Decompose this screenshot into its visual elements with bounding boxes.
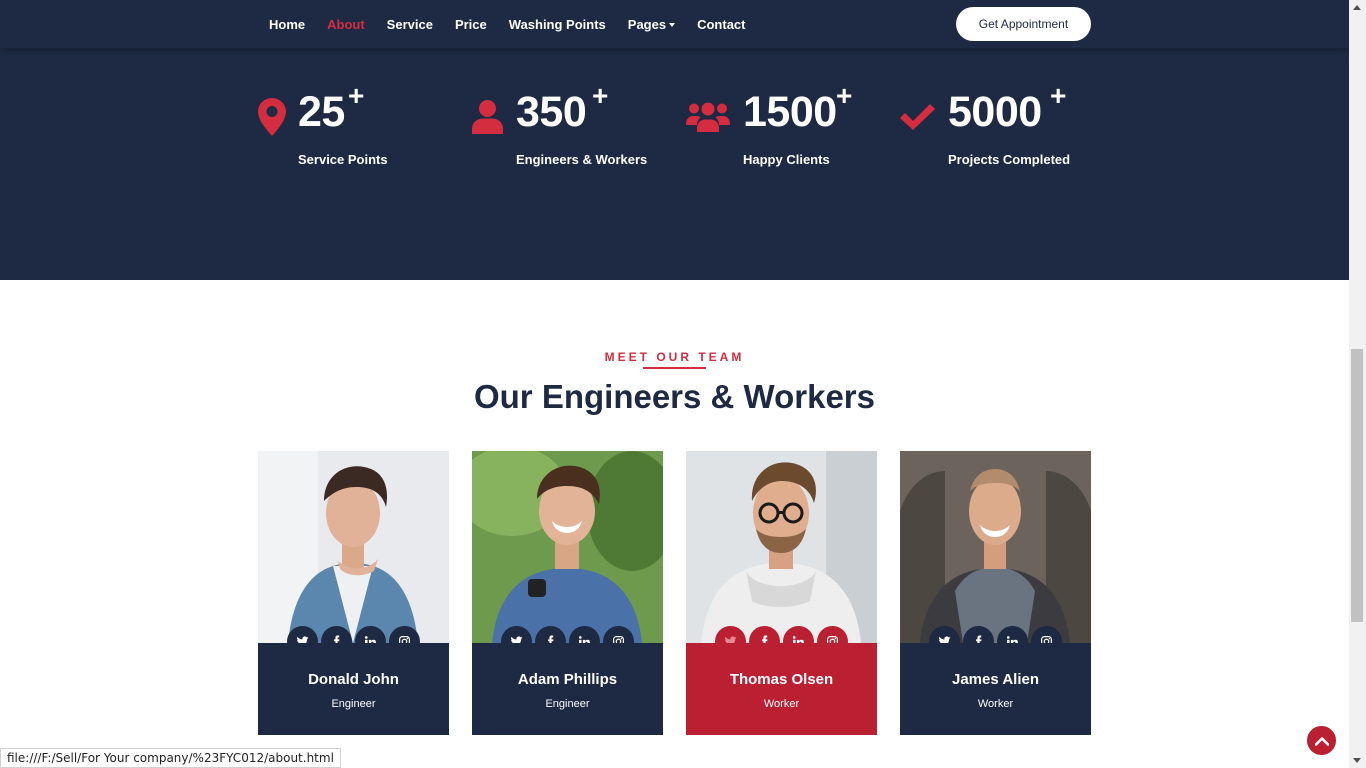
page-scrollbar[interactable] <box>1349 0 1366 768</box>
member-name: James Alien <box>952 671 1039 688</box>
team-card-james-alien: James Alien Worker <box>900 451 1091 735</box>
scroll-down-arrow-icon[interactable] <box>1353 758 1361 763</box>
nav-item-service[interactable]: Service <box>376 17 444 32</box>
team-photo <box>472 451 663 643</box>
card-body: James Alien Worker <box>900 643 1091 735</box>
nav-item-price[interactable]: Price <box>444 17 498 32</box>
user-icon <box>472 100 503 134</box>
card-body: Donald John Engineer <box>258 643 449 735</box>
map-marker-icon <box>258 98 286 136</box>
stat-plus: + <box>1050 80 1067 111</box>
member-role: Engineer <box>545 698 590 710</box>
caret-down-icon <box>669 23 676 28</box>
stat-label: Projects Completed <box>948 152 1071 167</box>
scrollbar-thumb[interactable] <box>1351 349 1363 622</box>
member-role: Worker <box>763 698 800 710</box>
nav-item-pages-dropdown[interactable]: Pages <box>617 17 686 32</box>
nav-item-washing-points[interactable]: Washing Points <box>498 17 617 32</box>
member-name: Thomas Olsen <box>729 671 834 688</box>
back-to-top-button[interactable] <box>1305 724 1338 757</box>
stat-label: Service Points <box>298 152 388 167</box>
member-role: Engineer <box>331 698 376 710</box>
stat-label: Happy Clients <box>743 152 830 167</box>
nav-item-home[interactable]: Home <box>258 17 316 32</box>
stat-number: 1500 <box>743 88 837 136</box>
stat-plus: + <box>592 80 609 111</box>
nav-menu: Home About Service Price Washing Points … <box>258 0 756 48</box>
navbar: Home About Service Price Washing Points … <box>0 0 1349 48</box>
chevron-up-icon <box>1314 736 1329 746</box>
team-card-thomas-olsen: Thomas Olsen Worker <box>686 451 877 735</box>
member-name: Adam Phillips <box>517 671 618 688</box>
stat-plus: + <box>836 80 853 111</box>
member-name: Donald John <box>308 671 399 688</box>
stat-number: 350 <box>516 88 587 136</box>
stat-number: 5000 <box>948 88 1042 136</box>
check-icon <box>900 104 935 130</box>
card-body: Thomas Olsen Worker <box>686 643 877 735</box>
users-icon <box>686 102 730 132</box>
stat-number: 25 <box>298 88 345 136</box>
team-card-donald-john: Donald John Engineer <box>258 451 449 735</box>
team-photo <box>686 451 877 643</box>
nav-item-pages-label: Pages <box>627 16 667 32</box>
team-eyebrow: MEET OUR TEAM <box>604 350 745 364</box>
get-appointment-button[interactable]: Get Appointment <box>956 7 1091 41</box>
stats-section: 25 + Service Points 350 + Engineers & Wo… <box>0 48 1349 280</box>
scroll-up-arrow-icon[interactable] <box>1353 5 1361 10</box>
team-photo <box>900 451 1091 643</box>
team-photo <box>258 451 449 643</box>
team-title: Our Engineers & Workers <box>473 378 875 415</box>
eyebrow-underline <box>643 367 706 369</box>
nav-item-contact[interactable]: Contact <box>686 17 756 32</box>
card-body: Adam Phillips Engineer <box>472 643 663 735</box>
stat-plus: + <box>348 80 365 111</box>
stat-label: Engineers & Workers <box>516 152 648 167</box>
nav-item-about[interactable]: About <box>316 17 376 32</box>
team-card-adam-phillips: Adam Phillips Engineer <box>472 451 663 735</box>
member-role: Worker <box>977 698 1014 710</box>
browser-status-bar: file:///F:/Sell/For Your company/%23FYC0… <box>0 748 341 768</box>
